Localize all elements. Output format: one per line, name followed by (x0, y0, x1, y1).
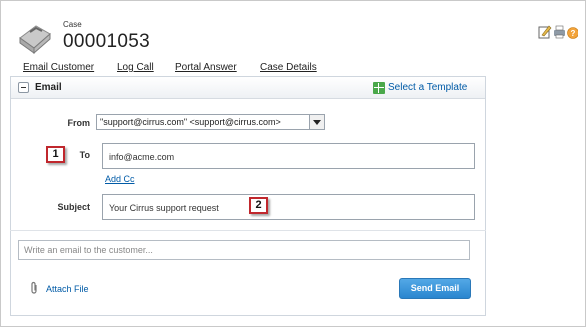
from-select-value: "support@cirrus.com" <support@cirrus.com… (100, 117, 281, 127)
subject-label: Subject (57, 202, 90, 212)
email-panel-title: Email (35, 82, 62, 93)
print-icon[interactable] (554, 25, 565, 39)
paperclip-icon[interactable] (29, 281, 39, 295)
header-actions: ? (538, 25, 579, 39)
email-body-placeholder: Write an email to the customer... (24, 245, 153, 255)
subject-field-value: Your Cirrus support request (109, 203, 219, 213)
email-panel-header: Email Select a Template (11, 77, 485, 99)
case-label: Case (63, 20, 82, 29)
attach-file-link[interactable]: Attach File (46, 284, 89, 294)
from-select[interactable]: "support@cirrus.com" <support@cirrus.com… (96, 114, 325, 130)
tab-email-customer[interactable]: Email Customer (23, 62, 94, 73)
collapse-icon[interactable] (18, 82, 29, 93)
to-field-value: info@acme.com (109, 152, 175, 162)
callout-2: 2 (249, 197, 268, 214)
tab-portal-answer[interactable]: Portal Answer (175, 62, 237, 73)
send-email-button[interactable]: Send Email (399, 278, 471, 299)
tab-case-details[interactable]: Case Details (260, 62, 317, 73)
to-label: To (79, 150, 90, 160)
subject-field[interactable]: Your Cirrus support request (102, 194, 475, 220)
svg-text:?: ? (571, 29, 576, 38)
add-cc-link[interactable]: Add Cc (105, 174, 135, 184)
case-briefcase-icon (19, 25, 51, 54)
to-field[interactable]: info@acme.com (102, 143, 475, 169)
tab-log-call[interactable]: Log Call (117, 62, 154, 73)
edit-icon[interactable] (538, 25, 552, 39)
template-icon[interactable] (373, 82, 385, 94)
chevron-down-icon[interactable] (309, 115, 324, 129)
email-body-input[interactable]: Write an email to the customer... (18, 240, 470, 260)
help-icon[interactable]: ? (567, 27, 579, 39)
panel-divider (10, 230, 486, 231)
callout-1: 1 (46, 146, 65, 163)
case-number: 00001053 (63, 31, 150, 52)
select-template-link[interactable]: Select a Template (388, 82, 467, 93)
from-label: From (67, 118, 91, 128)
